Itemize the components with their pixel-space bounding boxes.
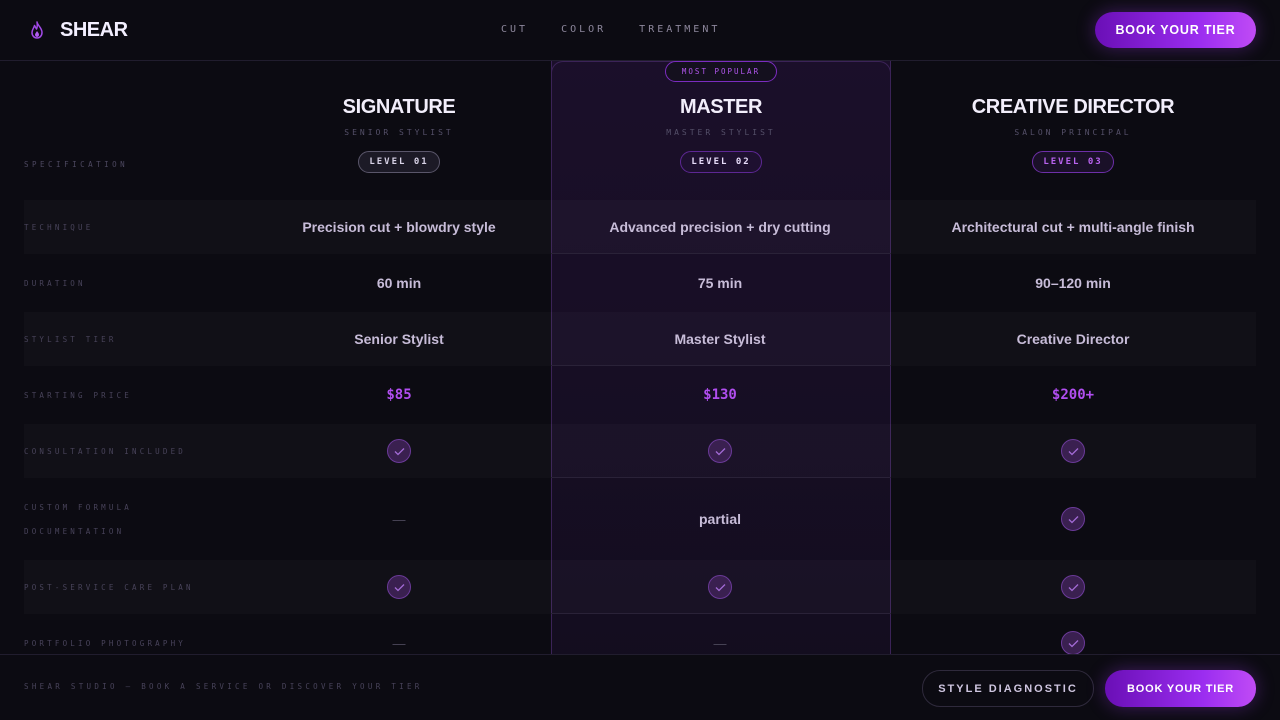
tier-header-creative-director: CREATIVE DIRECTOR SALON PRINCIPAL LEVEL … <box>923 96 1223 173</box>
check-icon <box>708 439 732 463</box>
cell-master: Advanced precision + dry cutting <box>609 219 831 235</box>
tier-level-badge: LEVEL 02 <box>680 151 762 173</box>
flame-icon <box>28 18 46 42</box>
price-signature: $85 <box>386 387 412 403</box>
row-label-line-1: CUSTOM FORMULA <box>24 503 133 512</box>
cell-signature: 60 min <box>376 275 422 291</box>
brand-name: SHEAR <box>60 18 128 41</box>
cell-master: Master Stylist <box>674 331 766 347</box>
cell-master: 75 min <box>697 275 743 291</box>
cell-signature: Senior Stylist <box>354 331 444 347</box>
row-divider <box>551 253 891 254</box>
table-row-technique: TECHNIQUE Precision cut + blowdry style … <box>24 200 1256 254</box>
cell-creative-director <box>923 424 1223 478</box>
price-master: $130 <box>703 387 737 403</box>
most-popular-badge: MOST POPULAR <box>665 61 777 82</box>
cell-creative-director <box>923 480 1223 558</box>
tier-header-signature: SIGNATURE SENIOR STYLIST LEVEL 01 <box>249 96 549 173</box>
tier-subtitle: SALON PRINCIPAL <box>1014 128 1132 137</box>
book-tier-footer-button[interactable]: BOOK YOUR TIER <box>1105 670 1256 707</box>
table-row-stylist-tier: STYLIST TIER Senior Stylist Master Styli… <box>24 312 1256 366</box>
check-icon <box>708 575 732 599</box>
row-label: PORTFOLIO PHOTOGRAPHY <box>24 639 187 648</box>
tier-name: MASTER <box>679 96 763 118</box>
tier-name: CREATIVE DIRECTOR <box>971 96 1175 118</box>
cell-creative-director: Architectural cut + multi-angle finish <box>951 219 1195 235</box>
price-creative-director: $200+ <box>1051 387 1095 403</box>
row-divider <box>551 477 891 478</box>
row-label: CONSULTATION INCLUDED <box>24 447 187 456</box>
footer-tagline: SHEAR STUDIO — BOOK A SERVICE OR DISCOVE… <box>24 682 423 691</box>
cell-master <box>570 560 870 614</box>
nav-link-treatment[interactable]: TREATMENT <box>639 24 720 35</box>
cell-creative-director: 90–120 min <box>1035 275 1111 291</box>
row-label: STARTING PRICE <box>24 391 133 400</box>
row-label: TECHNIQUE <box>24 223 94 232</box>
cell-creative-director: Creative Director <box>1016 331 1130 347</box>
tier-level-badge: LEVEL 03 <box>1032 151 1114 173</box>
tier-subtitle: SENIOR STYLIST <box>344 128 454 137</box>
row-label: POST-SERVICE CARE PLAN <box>24 583 194 592</box>
check-icon <box>1061 631 1085 655</box>
table-row-starting-price: STARTING PRICE $85 $130 $200+ <box>24 368 1256 422</box>
cell-creative-director <box>923 560 1223 614</box>
cell-signature <box>249 424 549 478</box>
row-label: DURATION <box>24 279 86 288</box>
tier-name: SIGNATURE <box>342 96 456 118</box>
top-header: SHEAR CUT COLOR TREATMENT BOOK YOUR TIER <box>0 0 1280 61</box>
bottom-bar: SHEAR STUDIO — BOOK A SERVICE OR DISCOVE… <box>0 654 1280 720</box>
style-diagnostic-button[interactable]: STYLE DIAGNOSTIC <box>922 670 1094 707</box>
brand[interactable]: SHEAR <box>28 18 128 42</box>
cell-master: partial <box>698 511 741 527</box>
cell-signature <box>249 560 549 614</box>
book-tier-button[interactable]: BOOK YOUR TIER <box>1095 12 1256 48</box>
check-icon <box>1061 439 1085 463</box>
row-divider <box>551 365 891 366</box>
table-row-consultation: CONSULTATION INCLUDED <box>24 424 1256 478</box>
cell-signature: Precision cut + blowdry style <box>302 219 496 235</box>
nav-link-color[interactable]: COLOR <box>561 24 606 35</box>
row-label: STYLIST TIER <box>24 335 117 344</box>
table-row-care-plan: POST-SERVICE CARE PLAN <box>24 560 1256 614</box>
table-row-custom-formula: CUSTOM FORMULA DOCUMENTATION — partial <box>24 480 1256 558</box>
cell-signature: — <box>392 511 406 527</box>
check-icon <box>387 439 411 463</box>
cell-master <box>570 424 870 478</box>
main-nav: CUT COLOR TREATMENT <box>501 24 720 35</box>
table-row-duration: DURATION 60 min 75 min 90–120 min <box>24 256 1256 310</box>
specification-label: SPECIFICATION <box>24 160 129 169</box>
check-icon <box>1061 507 1085 531</box>
tier-level-badge: LEVEL 01 <box>358 151 440 173</box>
check-icon <box>387 575 411 599</box>
row-divider <box>551 613 891 614</box>
nav-link-cut[interactable]: CUT <box>501 24 528 35</box>
tier-subtitle: MASTER STYLIST <box>666 128 776 137</box>
check-icon <box>1061 575 1085 599</box>
row-label-line-2: DOCUMENTATION <box>24 527 125 536</box>
tier-header-master: MASTER MASTER STYLIST LEVEL 02 <box>571 96 871 173</box>
